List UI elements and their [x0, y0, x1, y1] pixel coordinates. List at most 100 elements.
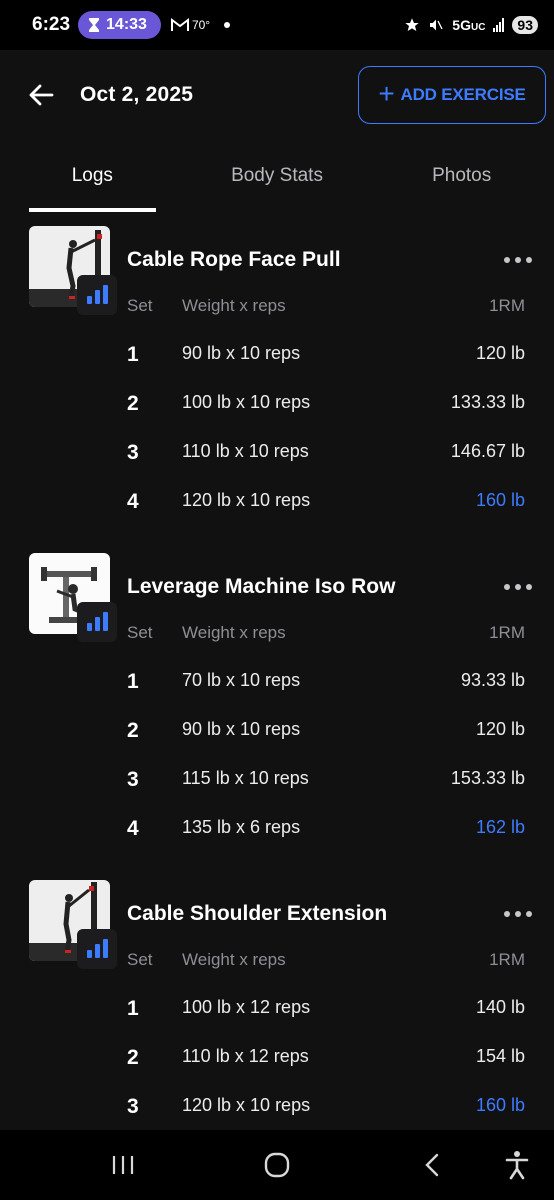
set-1rm: 120 lb [475, 719, 525, 739]
app-header: Oct 2, 2025 + ADD EXERCISE [0, 50, 554, 140]
set-number: 2 [127, 392, 139, 415]
tab-body-stats[interactable]: Body Stats [185, 140, 370, 212]
set-row[interactable]: 1 100 lb x 12 reps 140 lb [0, 997, 554, 1027]
set-weight-reps: 90 lb x 10 reps [182, 343, 301, 363]
set-weight-reps: 90 lb x 10 reps [182, 719, 301, 739]
set-weight-reps: 100 lb x 10 reps [182, 392, 311, 412]
tab-logs-label: Logs [71, 165, 113, 186]
set-row[interactable]: 4 120 lb x 10 reps 160 lb [0, 490, 554, 520]
col-set-header: Set [127, 623, 153, 642]
col-set-header: Set [127, 950, 153, 969]
sets-header: Set Weight x reps 1RM [0, 950, 554, 974]
exercise-title[interactable]: Cable Shoulder Extension [127, 902, 387, 926]
set-1rm: 133.33 lb [450, 392, 525, 412]
set-1rm: 153.33 lb [450, 768, 525, 788]
more-options-button[interactable] [504, 904, 532, 924]
status-right: 5GUC 93 [404, 16, 538, 34]
set-row[interactable]: 4 135 lb x 6 reps 162 lb [0, 817, 554, 847]
exercise-title[interactable]: Cable Rope Face Pull [127, 248, 341, 272]
recents-button[interactable] [108, 1154, 138, 1176]
back-button[interactable] [420, 1152, 444, 1178]
hourglass-icon [89, 18, 100, 32]
system-nav-bar [0, 1130, 554, 1200]
tab-body-stats-label: Body Stats [231, 165, 323, 186]
set-number: 2 [127, 719, 139, 742]
sets-header: Set Weight x reps 1RM [0, 296, 554, 320]
set-row[interactable]: 3 120 lb x 10 reps 160 lb [0, 1095, 554, 1125]
exercise-title[interactable]: Leverage Machine Iso Row [127, 575, 395, 599]
set-number: 1 [127, 343, 139, 366]
add-exercise-label: ADD EXERCISE [400, 85, 526, 104]
set-number: 1 [127, 997, 139, 1020]
set-row[interactable]: 2 90 lb x 10 reps 120 lb [0, 719, 554, 749]
star-icon [405, 18, 419, 31]
set-1rm: 93.33 lb [460, 670, 525, 690]
set-row[interactable]: 3 115 lb x 10 reps 153.33 lb [0, 768, 554, 798]
timer-value: 14:33 [106, 16, 147, 33]
col-weight-header: Weight x reps [182, 623, 286, 642]
col-1rm-header: 1RM [489, 623, 525, 642]
set-weight-reps: 70 lb x 10 reps [182, 670, 301, 690]
mute-icon [430, 19, 443, 31]
set-1rm: 140 lb [475, 997, 525, 1017]
set-weight-reps: 135 lb x 6 reps [182, 817, 301, 837]
back-arrow-button[interactable] [26, 80, 56, 110]
set-weight-reps: 120 lb x 10 reps [182, 1095, 311, 1115]
set-1rm-best: 160 lb [475, 1095, 525, 1115]
accessibility-icon [505, 1151, 529, 1180]
back-icon [425, 1153, 439, 1177]
more-options-button[interactable] [504, 577, 532, 597]
back-arrow-icon [29, 84, 54, 106]
col-weight-header: Weight x reps [182, 950, 286, 969]
signal-icon [493, 18, 505, 32]
set-number: 1 [127, 670, 139, 693]
home-button[interactable] [262, 1152, 292, 1178]
set-weight-reps: 110 lb x 10 reps [182, 441, 309, 461]
set-number: 3 [127, 1095, 139, 1118]
more-options-button[interactable] [504, 250, 532, 270]
exercise-card: Cable Rope Face Pull Set Weight x reps 1… [0, 212, 554, 539]
status-time: 6:23 [32, 14, 71, 35]
set-1rm: 120 lb [475, 343, 525, 363]
set-weight-reps: 110 lb x 12 reps [182, 1046, 309, 1066]
timer-pill[interactable]: 14:33 [78, 11, 161, 39]
set-1rm-best: 162 lb [475, 817, 525, 837]
status-bar: 6:23 14:33 70° 5GUC 93 [0, 0, 554, 50]
status-temp: 70° [191, 18, 211, 32]
set-row[interactable]: 2 100 lb x 10 reps 133.33 lb [0, 392, 554, 422]
set-weight-reps: 120 lb x 10 reps [182, 490, 311, 510]
set-1rm: 146.67 lb [450, 441, 525, 461]
col-1rm-header: 1RM [489, 950, 525, 969]
page-title: Oct 2, 2025 [80, 83, 194, 106]
status-notification: 70° [170, 18, 211, 32]
tab-photos-label: Photos [432, 165, 492, 186]
exercise-card: Leverage Machine Iso Row Set Weight x re… [0, 539, 554, 866]
set-row[interactable]: 1 70 lb x 10 reps 93.33 lb [0, 670, 554, 700]
recents-icon [112, 1156, 134, 1174]
set-row[interactable]: 3 110 lb x 10 reps 146.67 lb [0, 441, 554, 471]
exercise-list[interactable]: Cable Rope Face Pull Set Weight x reps 1… [0, 212, 554, 1130]
accessibility-button[interactable] [502, 1150, 532, 1180]
gmail-icon [170, 18, 189, 31]
set-weight-reps: 115 lb x 10 reps [182, 768, 309, 788]
set-number: 4 [127, 490, 139, 513]
col-set-header: Set [127, 296, 153, 315]
sets-header: Set Weight x reps 1RM [0, 623, 554, 647]
set-number: 3 [127, 441, 139, 464]
network-label: 5GUC [452, 17, 486, 33]
set-weight-reps: 100 lb x 12 reps [182, 997, 311, 1017]
set-row[interactable]: 2 110 lb x 12 reps 154 lb [0, 1046, 554, 1076]
home-icon [264, 1152, 290, 1178]
col-1rm-header: 1RM [489, 296, 525, 315]
set-1rm: 154 lb [475, 1046, 525, 1066]
set-number: 4 [127, 817, 139, 840]
set-1rm-best: 160 lb [475, 490, 525, 510]
tab-logs[interactable]: Logs [0, 140, 185, 212]
tab-photos[interactable]: Photos [369, 140, 554, 212]
add-exercise-button[interactable]: + ADD EXERCISE [358, 66, 546, 124]
notification-dot-icon [224, 22, 231, 28]
battery-level: 93 [512, 16, 538, 34]
col-weight-header: Weight x reps [182, 296, 286, 315]
set-row[interactable]: 1 90 lb x 10 reps 120 lb [0, 343, 554, 373]
set-number: 2 [127, 1046, 139, 1069]
